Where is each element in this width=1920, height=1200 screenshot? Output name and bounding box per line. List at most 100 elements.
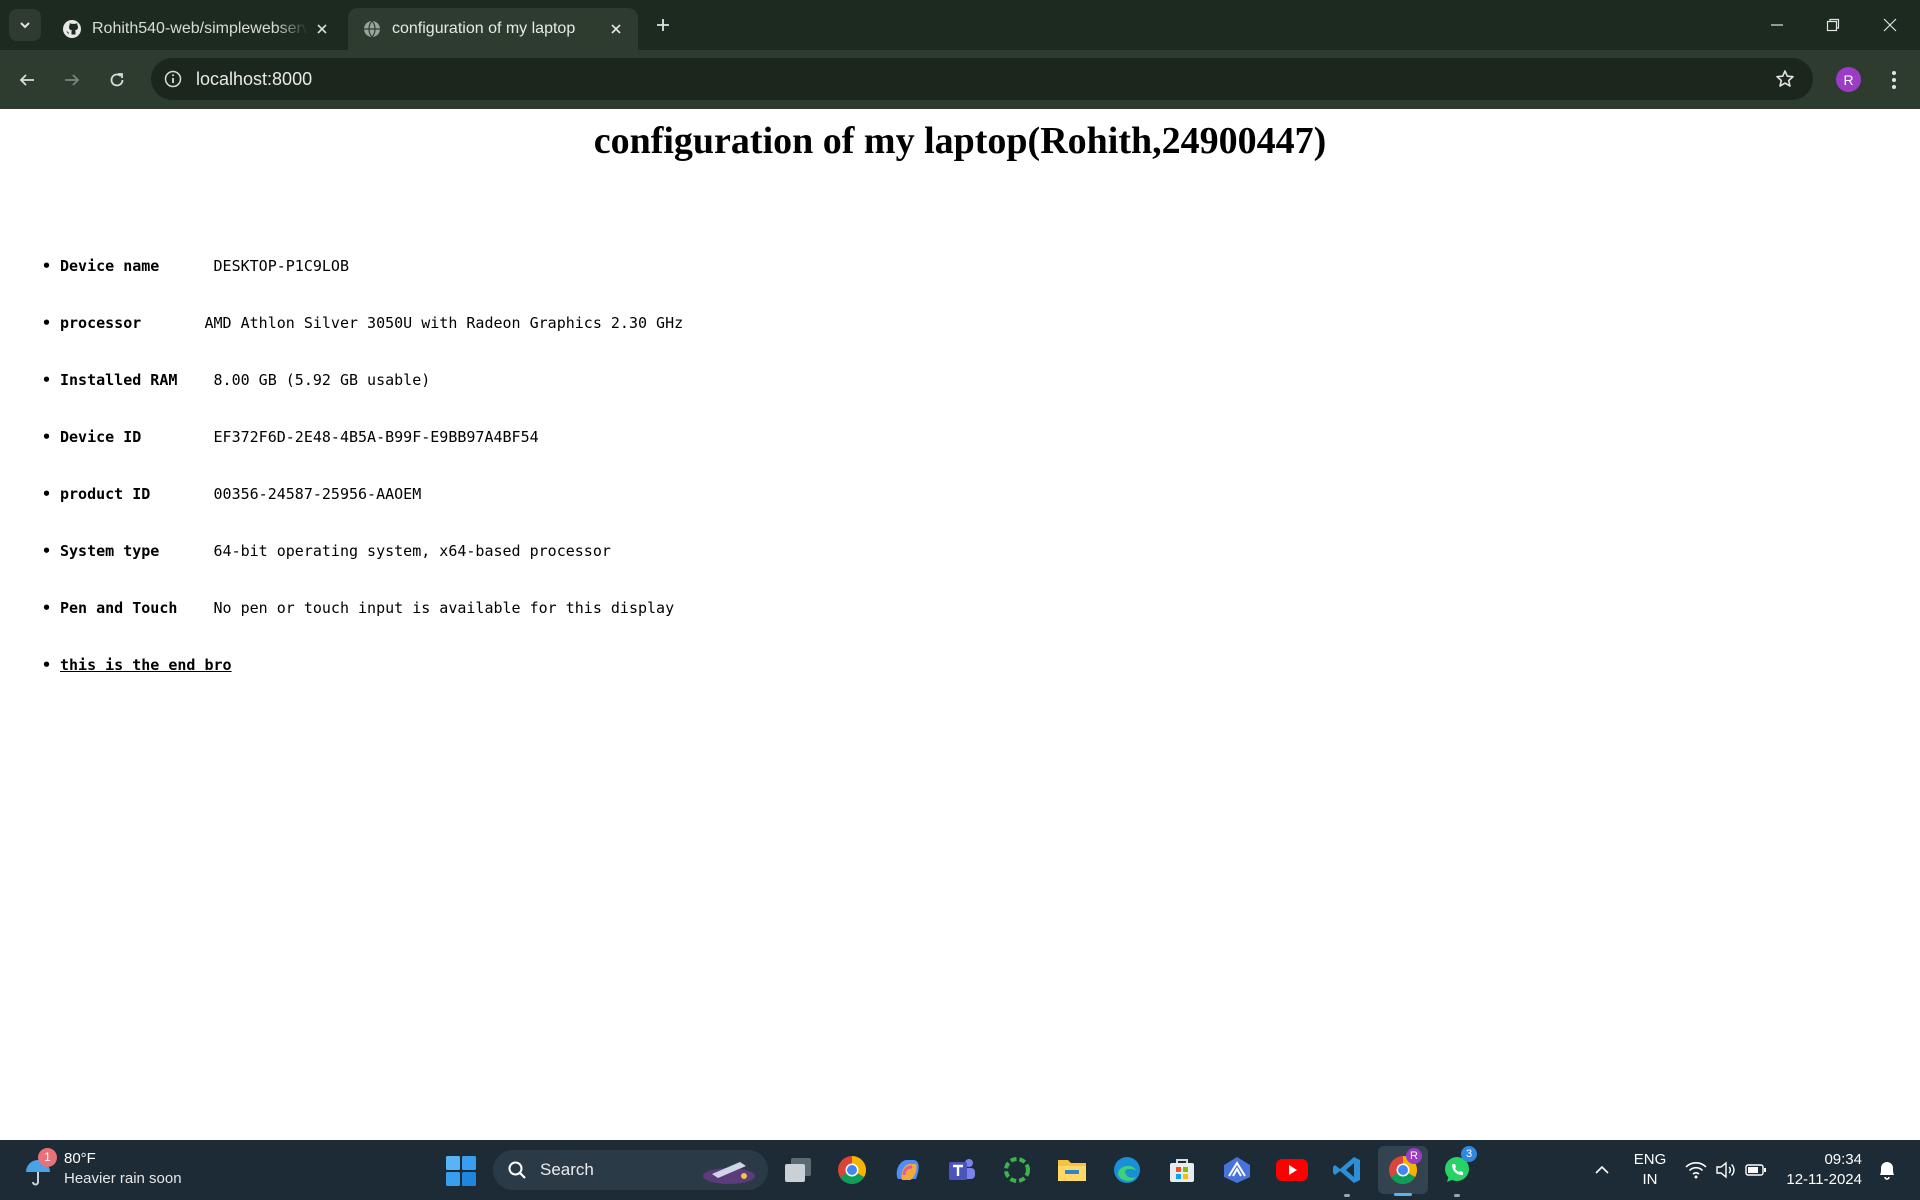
spec-gap	[159, 541, 213, 561]
clock-date: 12-11-2024	[1786, 1171, 1862, 1188]
bullet: •	[42, 599, 52, 617]
clock-time: 09:34	[1824, 1151, 1862, 1168]
spec-value: EF372F6D-2E48-4B5A-B99F-E9BB97A4BF54	[213, 428, 539, 446]
minimize-button[interactable]	[1757, 8, 1797, 42]
spec-gap	[177, 598, 213, 618]
close-window-button[interactable]	[1870, 8, 1910, 42]
tab-strip: Rohith540-web/simplewebserver configurat…	[0, 0, 1920, 50]
list-item: • Installed RAM 8.00 GB (5.92 GB usable)	[42, 370, 683, 427]
weather-condition: Heavier rain soon	[64, 1170, 182, 1187]
windows-start-icon[interactable]	[446, 1156, 476, 1186]
spec-value: No pen or touch input is available for t…	[213, 599, 675, 617]
bullet: •	[42, 485, 52, 503]
list-item: • Device name DESKTOP-P1C9LOB	[42, 256, 683, 313]
spec-value: 64-bit operating system, x64-based proce…	[213, 542, 611, 560]
close-icon	[1883, 18, 1897, 32]
bullet: •	[42, 371, 52, 389]
bullet: •	[42, 656, 52, 674]
minimize-icon	[1771, 24, 1783, 26]
file-explorer-icon[interactable]	[1054, 1152, 1090, 1188]
spec-value: 00356-24587-25956-AAOEM	[213, 485, 422, 503]
tab-configuration[interactable]: configuration of my laptop	[348, 8, 638, 50]
bookmark-star-icon[interactable]	[1773, 67, 1797, 91]
spec-gap	[159, 256, 213, 276]
forward-button[interactable]	[56, 64, 88, 96]
chrome-icon[interactable]	[834, 1152, 870, 1188]
weather-widget[interactable]: 1 80°F Heavier rain soon	[22, 1148, 192, 1192]
reload-button[interactable]	[101, 64, 133, 96]
taskbar: 1 80°F Heavier rain soon Search R 3 ENG …	[0, 1140, 1920, 1200]
spec-list: • Device name DESKTOP-P1C9LOB • processor …	[42, 256, 683, 712]
page-viewport: configuration of my laptop(Rohith,249004…	[0, 109, 1920, 1140]
list-item: • System type 64-bit operating system, x6…	[42, 541, 683, 598]
battery-icon[interactable]	[1744, 1158, 1768, 1182]
end-link[interactable]: this is the end bro	[60, 655, 232, 675]
chrome-profile-icon[interactable]: R	[1378, 1146, 1428, 1196]
restore-button[interactable]	[1813, 8, 1853, 42]
profile-avatar[interactable]: R	[1836, 67, 1861, 92]
whatsapp-icon[interactable]: 3	[1439, 1146, 1477, 1197]
arrow-right-icon	[65, 74, 80, 86]
tray-overflow-button[interactable]	[1590, 1156, 1614, 1184]
copilot-icon[interactable]	[889, 1152, 925, 1188]
running-indicator	[1454, 1194, 1460, 1197]
vscode-icon[interactable]	[1329, 1152, 1365, 1197]
edge-icon[interactable]	[1109, 1152, 1145, 1188]
system-clock[interactable]: 09:34 12-11-2024	[1772, 1150, 1862, 1190]
spec-value: 8.00 GB (5.92 GB usable)	[213, 371, 431, 389]
wifi-icon[interactable]	[1684, 1158, 1708, 1182]
task-view-icon[interactable]	[780, 1152, 816, 1188]
browser-menu-button[interactable]	[1880, 64, 1908, 96]
close-icon[interactable]	[602, 15, 630, 43]
volume-icon[interactable]	[1714, 1158, 1738, 1182]
spec-label: product ID	[60, 485, 151, 503]
address-bar[interactable]: localhost:8000	[151, 58, 1813, 100]
address-text[interactable]: localhost:8000	[196, 69, 312, 90]
spec-gap	[141, 427, 213, 447]
tab-github[interactable]: Rohith540-web/simplewebserver	[48, 8, 344, 50]
back-button[interactable]	[11, 64, 43, 96]
spec-label: Device name	[60, 257, 160, 275]
youtube-icon[interactable]	[1274, 1152, 1310, 1188]
page-title: configuration of my laptop(Rohith,249004…	[593, 120, 1327, 162]
list-item: • this is the end bro	[42, 655, 683, 712]
github-icon	[62, 19, 82, 39]
close-icon[interactable]	[308, 15, 336, 43]
active-indicator	[1394, 1193, 1412, 1196]
new-tab-button[interactable]	[650, 12, 676, 38]
list-item: • product ID 00356-24587-25956-AAOEM	[42, 484, 683, 541]
arrow-left-icon	[19, 74, 34, 86]
bullet: •	[42, 314, 52, 332]
language-region: IN	[1642, 1171, 1658, 1188]
tab-title: Rohith540-web/simplewebserver	[92, 20, 308, 37]
weather-temp: 80°F	[64, 1150, 96, 1167]
taskbar-search[interactable]: Search	[493, 1150, 768, 1190]
search-icon	[506, 1159, 528, 1181]
restore-icon	[1826, 18, 1840, 32]
spec-label: processor	[60, 314, 142, 332]
chevron-up-icon	[1595, 1165, 1609, 1174]
spec-label: Pen and Touch	[60, 599, 178, 617]
green-ring-app-icon[interactable]	[999, 1152, 1035, 1188]
tab-title: configuration of my laptop	[392, 20, 576, 37]
list-item: • Device ID EF372F6D-2E48-4B5A-B99F-E9BB9…	[42, 427, 683, 484]
weather-badge: 1	[38, 1148, 57, 1167]
running-indicator	[1344, 1194, 1350, 1197]
spec-gap	[141, 313, 204, 333]
spec-label: Installed RAM	[60, 371, 178, 389]
notification-badge: 3	[1461, 1146, 1477, 1162]
blue-peak-app-icon[interactable]	[1219, 1152, 1255, 1188]
language-code: ENG	[1633, 1151, 1667, 1168]
ms-store-icon[interactable]	[1164, 1152, 1200, 1188]
bullet: •	[42, 257, 52, 275]
more-vertical-icon	[1892, 71, 1896, 89]
spec-gap	[177, 370, 213, 390]
language-indicator[interactable]: ENG IN	[1630, 1150, 1670, 1190]
bullet: •	[42, 428, 52, 446]
info-icon[interactable]	[161, 67, 185, 91]
tab-search-button[interactable]	[9, 9, 41, 41]
teams-icon[interactable]	[944, 1152, 980, 1188]
globe-icon	[362, 19, 382, 39]
notification-bell-icon[interactable]	[1876, 1158, 1898, 1182]
chevron-down-icon	[20, 22, 30, 29]
